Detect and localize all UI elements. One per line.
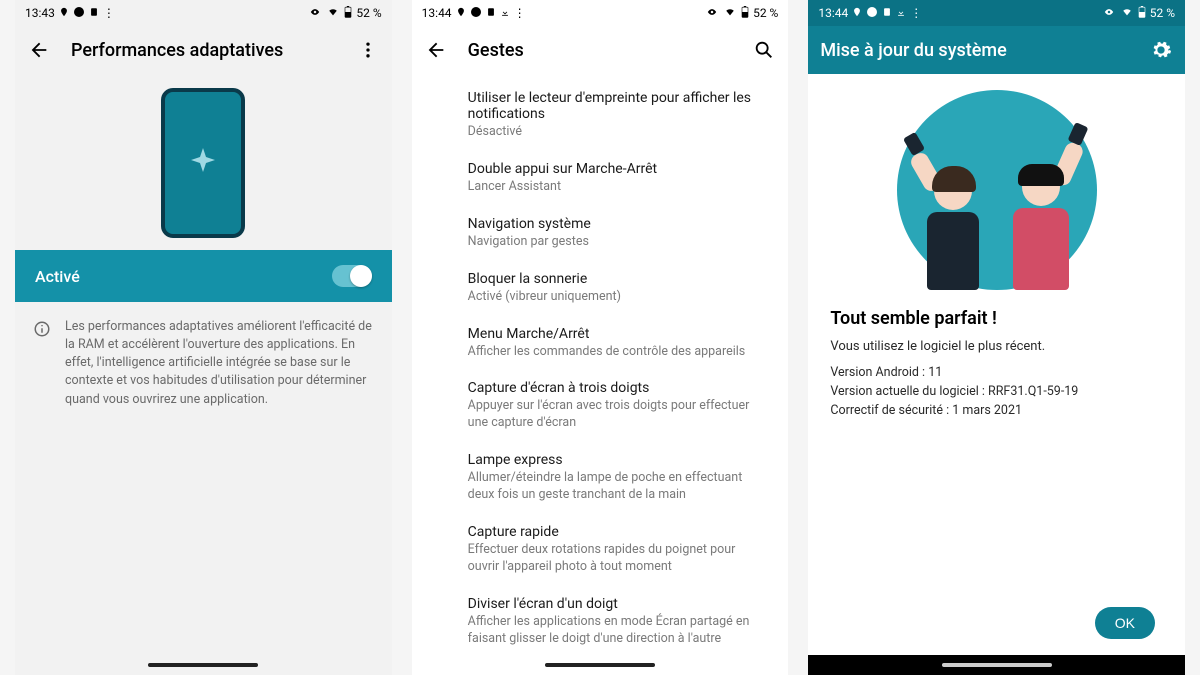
battery-icon xyxy=(741,6,749,21)
toggle-label: Activé xyxy=(35,267,80,286)
eye-icon xyxy=(308,6,322,20)
list-item[interactable]: Menu Marche/Arrêt Afficher les commandes … xyxy=(412,316,789,371)
update-subtext: Vous utilisez le logiciel le plus récent… xyxy=(830,339,1163,354)
battery-percent: 52 % xyxy=(356,6,381,20)
list-item[interactable]: Capture rapide Effectuer deux rotations r… xyxy=(412,514,789,586)
item-title: Navigation système xyxy=(468,216,769,232)
software-version-label: Version actuelle du logiciel : xyxy=(830,384,988,399)
page-title: Performances adaptatives xyxy=(71,40,336,61)
download-icon xyxy=(896,6,906,20)
back-button[interactable] xyxy=(27,38,51,62)
status-time: 13:43 xyxy=(25,6,55,20)
item-subtitle: Lancer Assistant xyxy=(468,179,769,196)
status-bar: 13:44 ⋮ 52 % xyxy=(808,0,1185,26)
item-title: Menu Marche/Arrêt xyxy=(468,326,769,342)
item-subtitle: Navigation par gestes xyxy=(468,234,769,251)
item-subtitle: Effectuer deux rotations rapides du poig… xyxy=(468,542,769,576)
more-icon: ⋮ xyxy=(910,6,922,20)
info-icon xyxy=(33,320,51,409)
location-icon xyxy=(59,6,69,20)
battery-icon xyxy=(344,6,352,21)
software-version-value: RRF31.Q1-59-19 xyxy=(988,384,1078,399)
moto-icon xyxy=(73,6,85,21)
update-headline: Tout semble parfait ! xyxy=(830,308,1163,329)
toggle-switch[interactable] xyxy=(332,265,372,287)
main-toggle-row[interactable]: Activé xyxy=(15,250,392,302)
gesture-nav-bar[interactable] xyxy=(15,655,392,675)
back-button[interactable] xyxy=(424,38,448,62)
screen-system-update: 13:44 ⋮ 52 % Mise à jour du système xyxy=(808,0,1185,675)
sim-icon xyxy=(486,6,496,20)
gestures-list[interactable]: Utiliser le lecteur d'empreinte pour aff… xyxy=(412,74,789,655)
battery-percent: 52 % xyxy=(753,6,778,20)
update-metadata: Version Android : 11 Version actuelle du… xyxy=(830,364,1163,420)
moto-icon xyxy=(866,6,878,21)
description-row: Les performances adaptatives améliorent … xyxy=(15,302,392,425)
download-icon xyxy=(500,6,510,20)
more-icon: ⋮ xyxy=(514,6,526,20)
item-title: Capture rapide xyxy=(468,524,769,540)
overflow-menu-button[interactable] xyxy=(356,38,380,62)
description-text: Les performances adaptatives améliorent … xyxy=(65,318,374,409)
list-item[interactable]: Capture d'écran à trois doigts Appuyer su… xyxy=(412,370,789,442)
moto-icon xyxy=(470,6,482,21)
status-bar: 13:43 ⋮ 52 % xyxy=(15,0,392,26)
list-item[interactable]: Bloquer la sonnerie Activé (vibreur uniqu… xyxy=(412,261,789,316)
wifi-icon xyxy=(723,6,737,20)
screen-adaptive-performance: 13:43 ⋮ 52 % xyxy=(15,0,392,675)
item-title: Diviser l'écran d'un doigt xyxy=(468,596,769,612)
item-title: Capture d'écran à trois doigts xyxy=(468,380,769,396)
eye-icon xyxy=(1102,6,1116,20)
search-button[interactable] xyxy=(752,38,776,62)
android-version-value: 11 xyxy=(928,365,942,380)
item-subtitle: Afficher les commandes de contrôle des a… xyxy=(468,344,769,361)
item-subtitle: Afficher les applications en mode Écran … xyxy=(468,614,769,648)
ok-button[interactable]: OK xyxy=(1095,607,1155,639)
page-title: Gestes xyxy=(468,40,733,61)
item-subtitle: Allumer/éteindre la lampe de poche en ef… xyxy=(468,470,769,504)
page-title: Mise à jour du système xyxy=(820,40,1129,61)
gesture-nav-bar[interactable] xyxy=(808,655,1185,675)
list-item[interactable]: Navigation système Navigation par gestes xyxy=(412,206,789,261)
location-icon xyxy=(852,6,862,20)
item-title: Utiliser le lecteur d'empreinte pour aff… xyxy=(468,90,769,122)
status-bar: 13:44 ⋮ 52 % xyxy=(412,0,789,26)
app-bar: Performances adaptatives xyxy=(15,26,392,74)
app-bar: Mise à jour du système xyxy=(808,26,1185,74)
app-bar: Gestes xyxy=(412,26,789,74)
status-time: 13:44 xyxy=(422,6,452,20)
wifi-icon xyxy=(326,6,340,20)
android-version-label: Version Android : xyxy=(830,365,928,380)
security-patch-label: Correctif de sécurité : xyxy=(830,403,952,418)
item-subtitle: Appuyer sur l'écran avec trois doigts po… xyxy=(468,398,769,432)
sim-icon xyxy=(882,6,892,20)
more-icon: ⋮ xyxy=(103,6,115,20)
eye-icon xyxy=(705,6,719,20)
list-item[interactable]: Lampe express Allumer/éteindre la lampe d… xyxy=(412,442,789,514)
item-title: Lampe express xyxy=(468,452,769,468)
battery-percent: 52 % xyxy=(1150,6,1175,20)
item-title: Bloquer la sonnerie xyxy=(468,271,769,287)
wifi-icon xyxy=(1120,6,1134,20)
list-item[interactable]: Utiliser le lecteur d'empreinte pour aff… xyxy=(412,80,789,151)
battery-icon xyxy=(1138,6,1146,21)
location-icon xyxy=(456,6,466,20)
hero-illustration xyxy=(15,74,392,250)
item-subtitle: Désactivé xyxy=(468,124,769,141)
gesture-nav-bar[interactable] xyxy=(412,655,789,675)
item-subtitle: Activé (vibreur uniquement) xyxy=(468,289,769,306)
celebration-illustration xyxy=(830,90,1163,290)
list-item[interactable]: Diviser l'écran d'un doigt Afficher les a… xyxy=(412,586,789,655)
status-time: 13:44 xyxy=(818,6,848,20)
item-title: Double appui sur Marche-Arrêt xyxy=(468,161,769,177)
list-item[interactable]: Double appui sur Marche-Arrêt Lancer Assi… xyxy=(412,151,789,206)
screen-gestures: 13:44 ⋮ 52 % Gestes Utiliser le lecteur … xyxy=(412,0,789,675)
update-body: Tout semble parfait ! Vous utilisez le l… xyxy=(808,74,1185,655)
settings-button[interactable] xyxy=(1149,38,1173,62)
security-patch-value: 1 mars 2021 xyxy=(952,403,1022,418)
sim-icon xyxy=(89,6,99,20)
